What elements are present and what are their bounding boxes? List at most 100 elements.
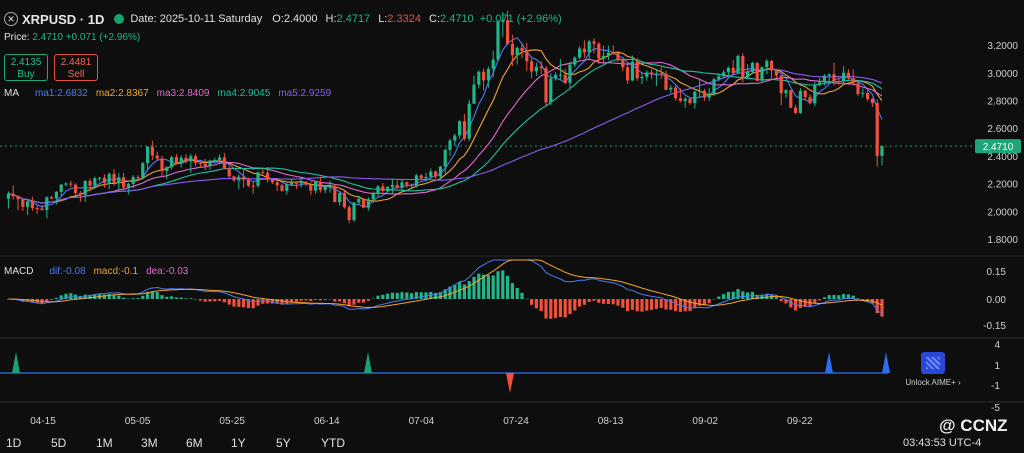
clock-readout: 03:43:53 UTC-4 [903, 437, 982, 449]
candle-body [722, 72, 726, 77]
y-tick-label: 2.6000 [987, 124, 1018, 135]
macd-bar [328, 299, 332, 300]
candle-body [717, 76, 721, 80]
macd-bar [837, 295, 841, 299]
macd-bar [304, 299, 308, 301]
chart-canvas[interactable]: 3.2000 3.0000 2.8000 2.6000 2.4000 2.2000 2.00… [0, 0, 1024, 453]
candle-body [107, 173, 111, 183]
candle-body [568, 64, 572, 83]
macd-bar [573, 299, 577, 311]
macd-bar [208, 299, 212, 302]
macd-bar [563, 299, 567, 318]
timeframe-5y[interactable]: 5Y [276, 436, 321, 450]
macd-bar [818, 299, 822, 301]
candle-body [530, 61, 534, 72]
macd-bar [568, 299, 572, 315]
timeframe-1d[interactable]: 1D [6, 436, 51, 450]
candle-body [606, 52, 610, 56]
macd-bar [467, 280, 471, 299]
candle-body [558, 74, 562, 76]
timeframe-5d[interactable]: 5D [51, 436, 96, 450]
macd-bar [69, 293, 73, 299]
macd-bar [386, 293, 390, 299]
macd-bar [122, 297, 126, 299]
timeframe-1y[interactable]: 1Y [231, 436, 276, 450]
candle-body [486, 68, 490, 81]
candle-body [227, 167, 231, 177]
ma-legend[interactable]: MA ma1:2.6832 ma2:2.8367 ma3:2.8409 ma4:… [4, 88, 331, 99]
macd-bar [501, 270, 505, 299]
candle-body [880, 146, 884, 156]
macd-bar [362, 299, 366, 303]
sell-button[interactable]: 2.4481 Sell [54, 54, 98, 81]
macd-bar [366, 299, 370, 301]
candle-body [870, 98, 874, 104]
candle-body [611, 52, 615, 54]
symbol-label[interactable]: XRPUSD · 1D [22, 12, 104, 27]
candle-body [640, 76, 644, 79]
macd-bar [107, 294, 111, 299]
candle-body [544, 68, 548, 103]
ma5-value: ma5:2.9259 [278, 88, 332, 99]
candle-body [366, 199, 370, 208]
candle-body [347, 207, 351, 220]
macd-bar [50, 299, 54, 300]
candle-body [102, 177, 106, 183]
candle-body [155, 155, 159, 159]
buy-button[interactable]: 2.4135 Buy [4, 54, 48, 81]
timeframe-3m[interactable]: 3M [141, 436, 186, 450]
candle-body [813, 84, 817, 104]
candle-body [112, 173, 116, 183]
candle-body [856, 83, 860, 94]
timeframe-6m[interactable]: 6M [186, 436, 231, 450]
y-tick-label: 2.8000 [987, 97, 1018, 108]
candle-body [784, 90, 788, 94]
candle-body [64, 183, 68, 185]
macd-bar [59, 295, 63, 299]
macd-legend[interactable]: MACD dif:-0.08 macd:-0.1 dea:-0.03 [4, 266, 188, 277]
candle-body [779, 75, 783, 94]
macd-bar [774, 297, 778, 299]
macd-bar [232, 299, 236, 307]
candle-body [266, 172, 270, 180]
macd-bar [722, 294, 726, 299]
candle-body [54, 191, 58, 199]
macd-bar [510, 283, 514, 299]
candle-body [352, 202, 356, 220]
candle-body [88, 180, 92, 186]
candle-body [587, 41, 591, 53]
macd-bar [184, 298, 188, 299]
macd-bar [462, 284, 466, 299]
candle-body [251, 185, 255, 187]
sell-label: Sell [67, 69, 85, 80]
candle-body [381, 186, 385, 191]
y-tick-label: 2.0000 [987, 207, 1018, 218]
signal-up-marker [364, 352, 372, 373]
signal-up-marker [882, 352, 890, 373]
candle-body [683, 98, 687, 101]
candle-body [93, 178, 97, 186]
candle-body [602, 55, 606, 59]
macd-bar [515, 287, 519, 299]
timeframe-1m[interactable]: 1M [96, 436, 141, 450]
candle-body [702, 90, 706, 98]
macd-bar [606, 299, 610, 304]
candle-body [78, 192, 82, 195]
unlock-aime-button[interactable]: Unlock AIME+ › [903, 352, 963, 387]
candle-body [342, 193, 346, 208]
candle-body [693, 91, 697, 104]
macd-bar [554, 299, 558, 318]
candle-body [16, 196, 20, 200]
ma3-value: ma3:2.8409 [156, 88, 210, 99]
candle-body [290, 182, 294, 185]
candle-body [309, 184, 313, 191]
candle-body [760, 67, 764, 81]
candle-body [146, 146, 150, 164]
x-tick-label: 05-05 [125, 416, 151, 427]
candle-body [395, 184, 399, 188]
timeframe-ytd[interactable]: YTD [321, 436, 366, 450]
change-value: +0.071 (+2.96%) [479, 13, 562, 25]
y-tick-label: 1.8000 [987, 235, 1018, 246]
macd-bar [333, 299, 337, 302]
candle-body [165, 167, 169, 172]
